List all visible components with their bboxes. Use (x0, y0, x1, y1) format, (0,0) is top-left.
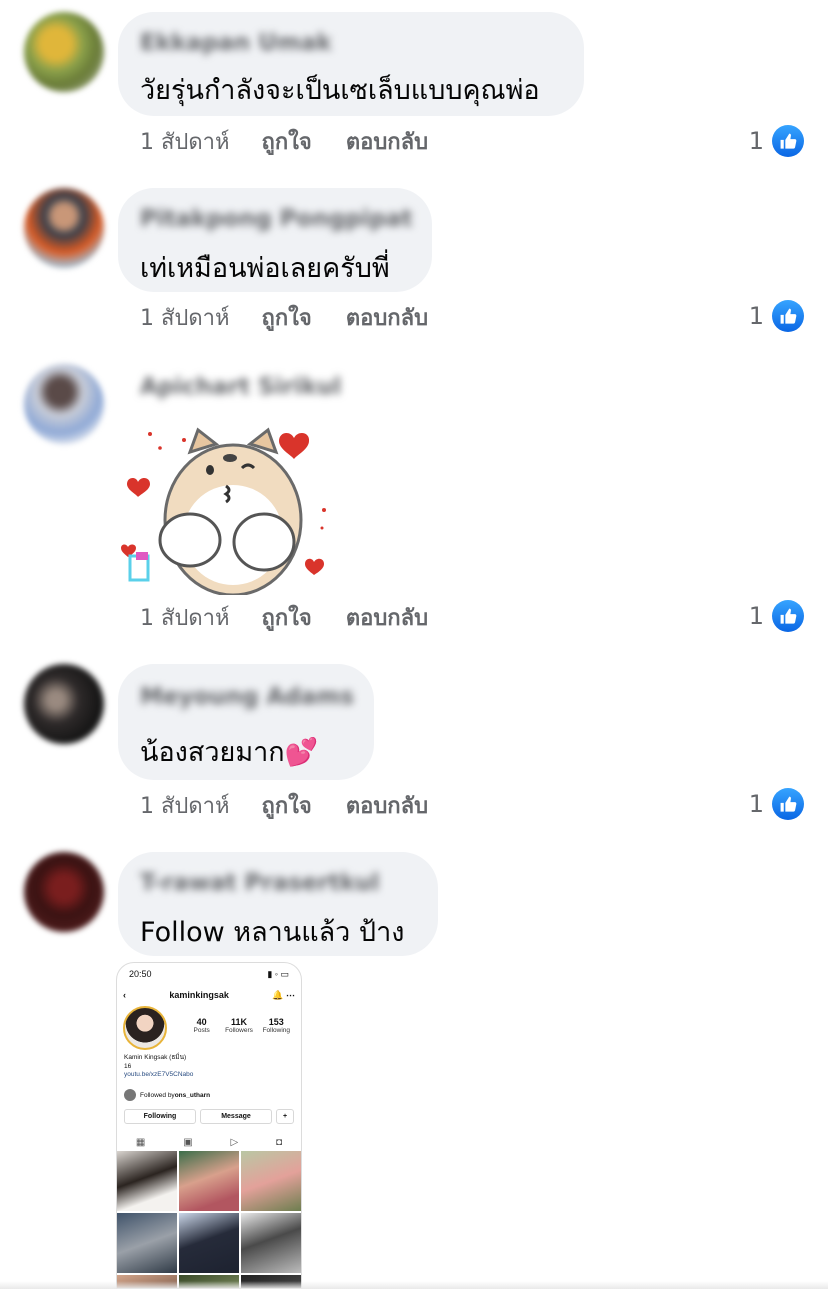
battery-icon: ▮ ◦ ▭ (267, 969, 289, 979)
comment-author[interactable]: Meyoung Adams (140, 684, 354, 710)
followed-by-prefix: Followed by (140, 1091, 175, 1099)
post-grid (117, 1151, 301, 1288)
reaction-summary[interactable]: 1 (749, 599, 804, 633)
stat-followers: 11K Followers (220, 1017, 257, 1034)
message-button: Message (200, 1109, 272, 1124)
bio-age: 16 (124, 1062, 132, 1070)
bottom-edge (0, 1281, 828, 1289)
back-chevron-icon: ‹ (123, 990, 126, 1000)
thumbs-up-icon (772, 600, 804, 632)
reply-button[interactable]: ตอบกลับ (346, 600, 428, 635)
sticker-image[interactable] (118, 410, 338, 597)
avatar[interactable] (24, 364, 104, 444)
profile-avatar (123, 1006, 167, 1050)
dog-sticker-icon (121, 427, 326, 597)
reaction-summary[interactable]: 1 (749, 787, 804, 821)
mini-avatar (124, 1089, 136, 1101)
comment-text: วัยรุ่นกำลังจะเป็นเซเล็บแบบคุณพ่อ (140, 75, 540, 106)
profile-header: ‹ kaminkingsak 🔔 ⋯ (123, 987, 295, 1003)
attached-screenshot[interactable]: 20:50 ▮ ◦ ▭ ‹ kaminkingsak 🔔 ⋯ 40 Posts … (116, 962, 302, 1289)
like-button[interactable]: ถูกใจ (262, 124, 312, 159)
reaction-count: 1 (748, 127, 764, 155)
profile-buttons: Following Message + (124, 1109, 295, 1124)
avatar[interactable] (24, 852, 104, 932)
followed-by-user: ons_utharn (174, 1091, 211, 1099)
stat-label: Followers (225, 1027, 253, 1034)
profile-stats: 40 Posts 11K Followers 153 Following (183, 1017, 295, 1034)
stat-value: 40 (196, 1017, 207, 1027)
comment-time[interactable]: 1 สัปดาห์ (140, 124, 230, 159)
reply-button[interactable]: ตอบกลับ (346, 300, 428, 335)
comment-actions: 1 สัปดาห์ ถูกใจ ตอบกลับ (140, 300, 428, 334)
post-thumbnail (117, 1151, 177, 1211)
comment-actions: 1 สัปดาห์ ถูกใจ ตอบกลับ (140, 124, 428, 158)
tagged-icon: ◘ (276, 1136, 283, 1148)
avatar[interactable] (24, 664, 104, 744)
reaction-summary[interactable]: 1 (749, 299, 804, 333)
post-thumbnail (117, 1213, 177, 1273)
comment-author[interactable]: Apichart Sirikul (140, 374, 341, 400)
post-thumbnail (241, 1213, 301, 1273)
grid-icon: ▦ (135, 1136, 146, 1148)
stat-label: Posts (193, 1027, 210, 1034)
comment-text: น้องสวยมาก💕 (140, 737, 319, 768)
comment-actions: 1 สัปดาห์ ถูกใจ ตอบกลับ (140, 600, 428, 634)
comment-author[interactable]: T-rawat Prasertkul (140, 870, 379, 896)
thumbs-up-icon (772, 788, 804, 820)
stat-posts: 40 Posts (183, 1017, 220, 1034)
comment-author[interactable]: Ekkapan Umak (140, 30, 332, 56)
comment-time[interactable]: 1 สัปดาห์ (140, 788, 230, 823)
status-time: 20:50 (129, 969, 152, 979)
bio-link: youtu.be/xzE7V5CNabo (124, 1071, 194, 1078)
like-button[interactable]: ถูกใจ (262, 300, 312, 335)
thumbs-up-icon (772, 300, 804, 332)
thumbs-up-icon (772, 125, 804, 157)
stat-value: 11K (230, 1017, 247, 1027)
reply-button[interactable]: ตอบกลับ (346, 788, 428, 823)
post-thumbnail (179, 1213, 239, 1273)
comment-text: Follow หลานแล้ว ป้าง (140, 917, 405, 948)
comment-time[interactable]: 1 สัปดาห์ (140, 300, 230, 335)
post-thumbnail (179, 1151, 239, 1211)
comment-text: เท่เหมือนพ่อเลยครับพี่ (140, 253, 390, 284)
reaction-count: 1 (748, 302, 764, 330)
bio-name: Kamin Kingsak (ธมิ่น) (124, 1054, 187, 1061)
avatar[interactable] (24, 188, 104, 268)
followed-by: Followed by ons_utharn (124, 1089, 210, 1101)
phone-status-bar: 20:50 ▮ ◦ ▭ (129, 969, 289, 981)
reaction-summary[interactable]: 1 (749, 124, 804, 158)
profile-tabs: ▦ ▣ ▷ ◘ (117, 1134, 301, 1150)
reply-button[interactable]: ตอบกลับ (346, 124, 428, 159)
bell-more-icons: 🔔 ⋯ (272, 989, 295, 1000)
following-button: Following (124, 1109, 196, 1124)
profile-bio: Kamin Kingsak (ธมิ่น) 16 youtu.be/xzE7V5… (124, 1054, 295, 1080)
post-thumbnail (241, 1151, 301, 1211)
like-button[interactable]: ถูกใจ (262, 600, 312, 635)
comment-actions: 1 สัปดาห์ ถูกใจ ตอบกลับ (140, 788, 428, 822)
stat-value: 153 (268, 1017, 284, 1027)
comment-author[interactable]: Pitakpong Pongpipat (140, 206, 413, 232)
stat-following: 153 Following (258, 1017, 295, 1034)
add-person-icon: + (276, 1109, 294, 1124)
reaction-count: 1 (748, 790, 764, 818)
reaction-count: 1 (748, 602, 764, 630)
play-icon: ▷ (230, 1136, 239, 1148)
like-button[interactable]: ถูกใจ (262, 788, 312, 823)
avatar[interactable] (24, 12, 104, 92)
profile-username: kaminkingsak (169, 990, 229, 1000)
stat-label: Following (262, 1027, 291, 1034)
reels-icon: ▣ (183, 1136, 193, 1148)
comment-time[interactable]: 1 สัปดาห์ (140, 600, 230, 635)
